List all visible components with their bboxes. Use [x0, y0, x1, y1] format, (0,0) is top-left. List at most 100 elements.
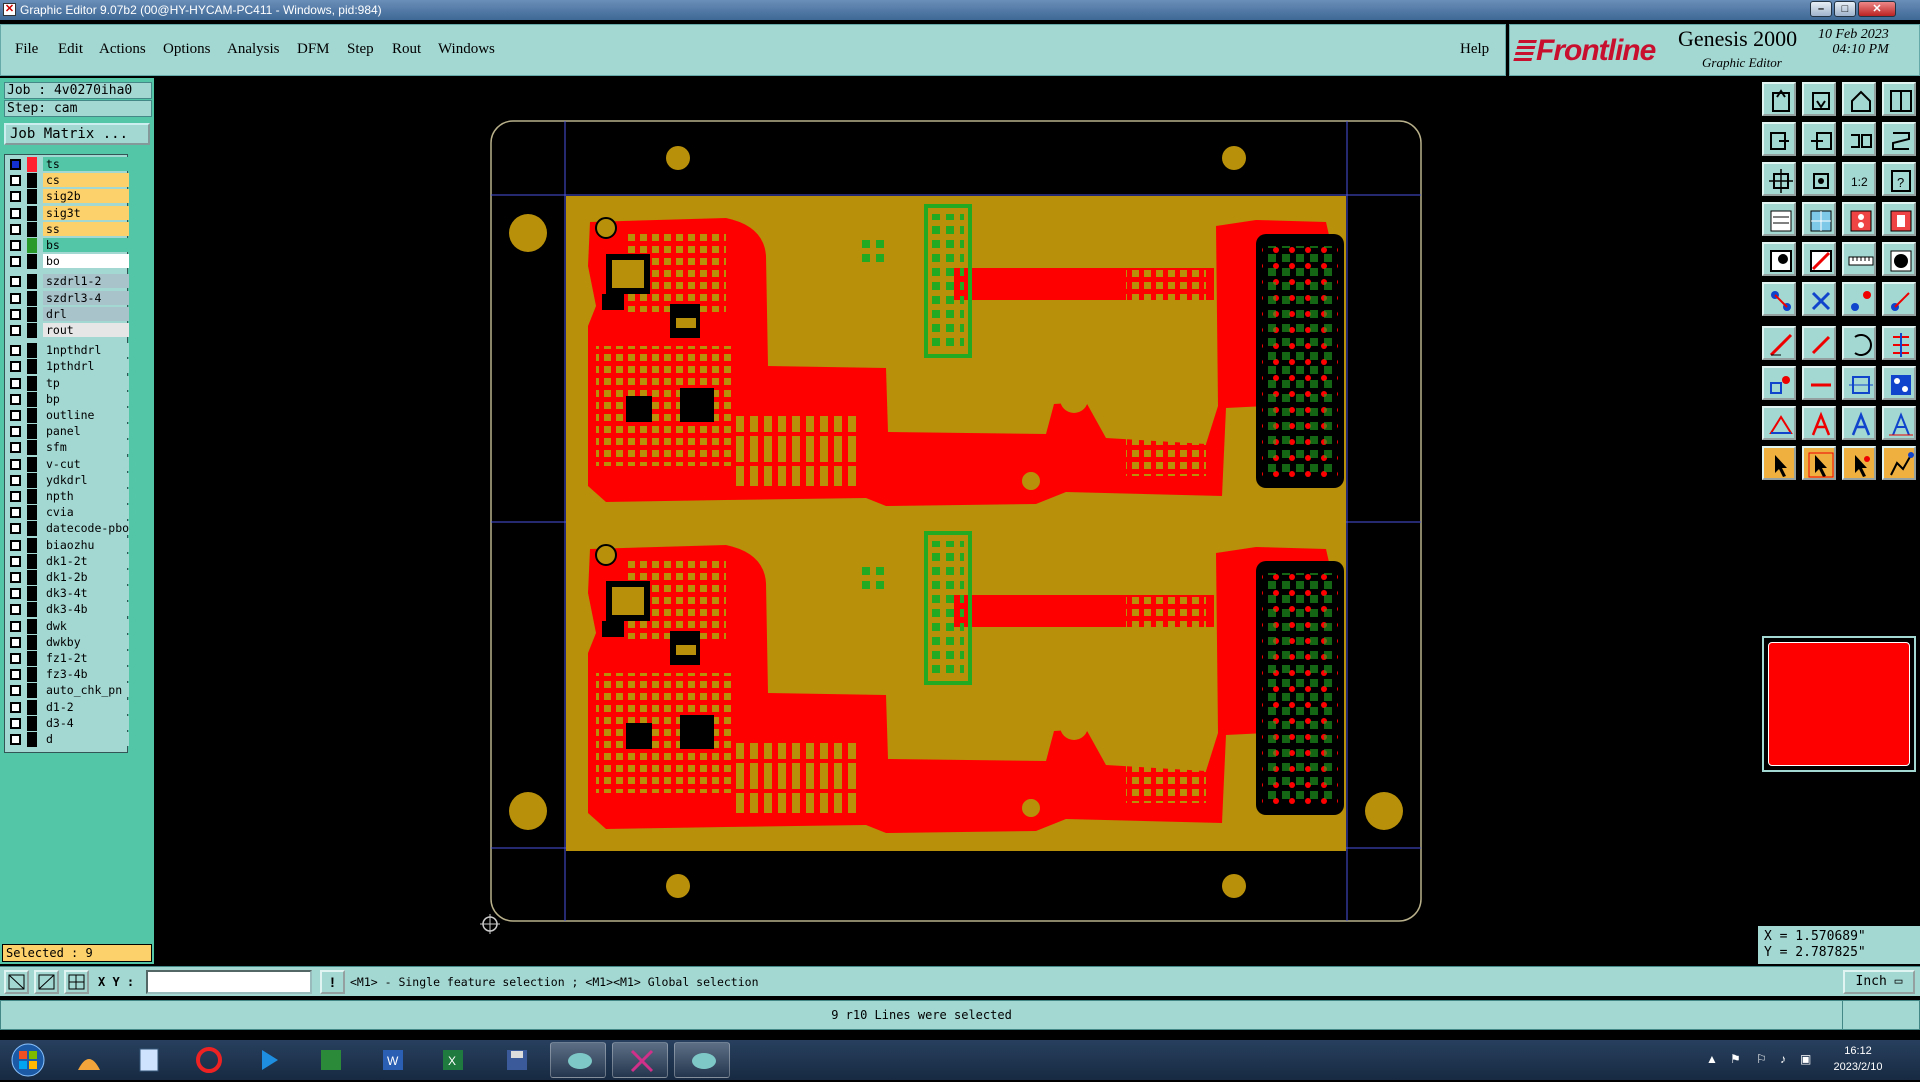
layer-checkbox[interactable]: [10, 308, 21, 320]
tray-expand-icon[interactable]: ▲: [1706, 1052, 1718, 1066]
layer-name[interactable]: bp: [43, 391, 129, 406]
tooling-hole[interactable]: [1222, 146, 1246, 170]
menu-file[interactable]: File: [15, 41, 38, 58]
layer-name[interactable]: sig2b: [43, 189, 129, 204]
layer-checkbox[interactable]: [10, 572, 21, 583]
layer-name[interactable]: cs: [43, 173, 129, 188]
layer-name[interactable]: dk3-4b: [43, 602, 129, 617]
layer-name[interactable]: npth: [43, 489, 129, 503]
layer-color-icon[interactable]: [27, 424, 37, 440]
layer-checkbox[interactable]: [10, 604, 21, 616]
layer-row-npth[interactable]: npth: [7, 489, 129, 504]
layer-name[interactable]: d1-2: [43, 699, 129, 714]
layer-checkbox[interactable]: [10, 734, 21, 745]
taskbar-app-green[interactable]: [302, 1042, 358, 1078]
menu-actions[interactable]: Actions: [99, 41, 146, 58]
layer-color-icon[interactable]: [27, 290, 37, 306]
layer-color-icon[interactable]: [27, 586, 37, 602]
connect-icon[interactable]: [1882, 282, 1916, 316]
layer-name[interactable]: dk3-4t: [43, 586, 129, 601]
move-icon[interactable]: [1762, 282, 1796, 316]
layer-checkbox[interactable]: [10, 669, 21, 681]
menu-help[interactable]: Help: [1460, 41, 1489, 58]
pcb-board-bottom[interactable]: [566, 523, 1346, 851]
help-icon[interactable]: ?: [1882, 162, 1916, 196]
layer-color-icon[interactable]: [27, 173, 37, 189]
pad-add-icon[interactable]: [1762, 242, 1796, 276]
taskbar-clock[interactable]: 16:12 2023/2/10: [1818, 1043, 1898, 1075]
layer-name[interactable]: dk1-2b: [43, 570, 129, 584]
layer-row-bs[interactable]: bs: [7, 238, 129, 253]
layer-row-dwkby[interactable]: dwkby: [7, 634, 129, 650]
layer-row-szdrl3-4[interactable]: szdrl3-4: [7, 290, 129, 306]
layer-color-icon[interactable]: [27, 618, 37, 634]
layer-checkbox[interactable]: [10, 276, 21, 288]
layer-color-icon[interactable]: [27, 699, 37, 715]
tooling-hole[interactable]: [509, 792, 547, 830]
step-out-icon[interactable]: [1802, 122, 1836, 156]
taskbar-save-app[interactable]: [488, 1042, 544, 1078]
xy-input[interactable]: [146, 970, 312, 994]
taskbar-notepad[interactable]: [120, 1042, 176, 1078]
pcb-panel-view[interactable]: [156, 78, 1756, 964]
layer-name[interactable]: rout: [43, 323, 129, 337]
layer-row-1npthdrl[interactable]: 1npthdrl: [7, 343, 129, 359]
layer-row-outline[interactable]: outline: [7, 408, 129, 423]
layer-color-icon[interactable]: [27, 375, 37, 391]
menu-edit[interactable]: Edit: [58, 41, 83, 58]
tooling-hole[interactable]: [666, 874, 690, 898]
layer-name[interactable]: 1pthdrl: [43, 359, 129, 374]
layer-color-icon[interactable]: [27, 205, 37, 221]
rotate-icon[interactable]: [1882, 326, 1916, 360]
line-2-icon[interactable]: [1802, 326, 1836, 360]
layer-color-icon[interactable]: [27, 472, 37, 488]
layer-checkbox[interactable]: [10, 377, 21, 389]
tooling-hole[interactable]: [666, 146, 690, 170]
layer-color-icon[interactable]: [27, 553, 37, 569]
tray-volume-icon[interactable]: ♪: [1780, 1052, 1786, 1066]
dash-icon[interactable]: [1802, 366, 1836, 400]
layer-row-auto_chk_pn[interactable]: auto_chk_pn: [7, 683, 129, 699]
layer-color-icon[interactable]: [27, 391, 37, 407]
job-matrix-button[interactable]: Job Matrix ...: [4, 123, 150, 145]
layer-color-icon[interactable]: [27, 505, 37, 521]
menu-rout[interactable]: Rout: [392, 41, 421, 58]
select-icon[interactable]: [1802, 446, 1836, 480]
layer-row-ts[interactable]: ts: [7, 157, 129, 172]
layer-name[interactable]: tp: [43, 375, 129, 390]
layer-name[interactable]: auto_chk_pn: [43, 683, 129, 698]
layer-checkbox[interactable]: [10, 620, 21, 632]
layer-checkbox[interactable]: [10, 410, 21, 421]
line-icon[interactable]: [1762, 326, 1796, 360]
pcb-board-top[interactable]: [566, 196, 1346, 524]
layer-name[interactable]: v-cut: [43, 456, 129, 471]
menu-dfm[interactable]: DFM: [297, 41, 330, 58]
layer-row-v-cut[interactable]: v-cut: [7, 456, 129, 472]
layout-icon[interactable]: [1882, 82, 1916, 116]
layer-checkbox[interactable]: [10, 507, 21, 519]
tray-network-icon[interactable]: ⚑: [1730, 1052, 1741, 1066]
layer-row-szdrl1-2[interactable]: szdrl1-2: [7, 274, 129, 290]
layer-name[interactable]: ts: [43, 157, 129, 171]
tooling-hole[interactable]: [1365, 792, 1403, 830]
layer-name[interactable]: szdrl3-4: [43, 290, 129, 305]
surface-add-icon[interactable]: [1802, 242, 1836, 276]
layer-color-icon[interactable]: [27, 157, 37, 172]
layer-color-icon[interactable]: [27, 254, 37, 270]
layer-checkbox[interactable]: [10, 555, 21, 567]
layer-checkbox[interactable]: [10, 685, 21, 697]
layer-row-sfm[interactable]: sfm: [7, 440, 129, 456]
save-icon[interactable]: [1802, 82, 1836, 116]
layer-row-rout[interactable]: rout: [7, 323, 129, 338]
layer-color-icon[interactable]: [27, 456, 37, 472]
ruler-icon[interactable]: [1842, 242, 1876, 276]
layer-name[interactable]: datecode-pbo: [43, 521, 129, 536]
layer-checkbox[interactable]: [10, 474, 21, 486]
taskbar-graphic-editor[interactable]: [612, 1042, 668, 1078]
layer-row-dwk[interactable]: dwk: [7, 618, 129, 634]
layer-color-icon[interactable]: [27, 440, 37, 456]
scale-1-2-icon[interactable]: 1:2: [1842, 162, 1876, 196]
layer-name[interactable]: 1npthdrl: [43, 343, 129, 358]
layer-row-d3-4[interactable]: d3-4: [7, 715, 129, 731]
layer-checkbox[interactable]: [10, 393, 21, 405]
